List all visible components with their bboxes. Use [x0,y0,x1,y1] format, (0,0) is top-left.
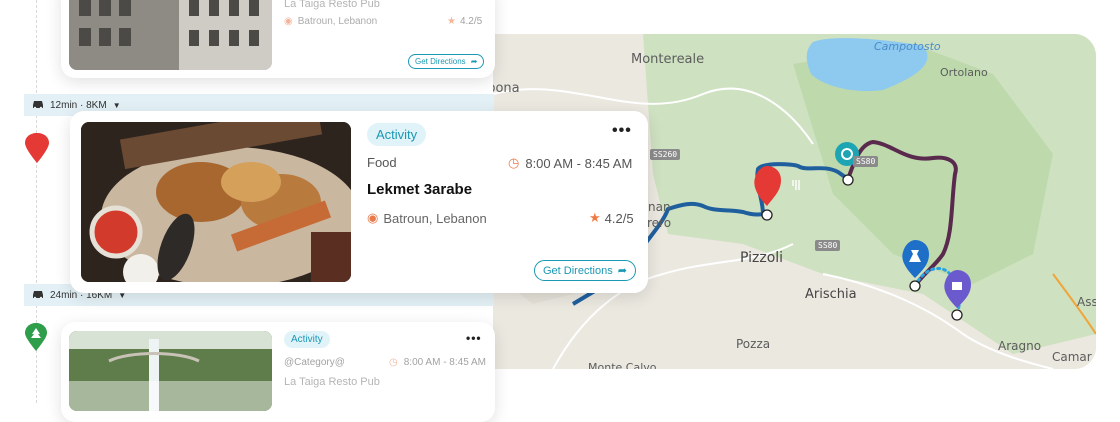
nature-pin-icon [25,323,47,351]
directions-arrow-icon: ➦ [470,57,478,66]
place-image [69,331,272,411]
map-label-pizzoli: Pizzoli [740,250,784,266]
map-label-partial-2: rero [647,216,672,230]
place-title: La Taiga Resto Pub [284,376,380,388]
map-label-pozza: Pozza [736,337,771,351]
travel-summary: 12min · 8KM [50,99,107,111]
place-time: ◷ 8:00 AM - 8:45 AM [389,357,486,368]
category-badge: Activity [367,123,427,146]
map-label-partial-1: nan [648,200,671,214]
star-icon: ★ [589,210,601,225]
map-label-ass: Ass [1077,295,1096,309]
place-location: ◉ Batroun, Lebanon [284,16,378,27]
place-card-top[interactable]: La Taiga Resto Pub ◉ Batroun, Lebanon ★ … [61,0,495,78]
get-directions-button[interactable]: Get Directions ➦ [408,54,485,69]
place-card-bottom[interactable]: Activity ••• @Category@ ◷ 8:00 AM - 8:45… [61,322,495,422]
car-icon [32,99,44,112]
place-title: La Taiga Resto Pub [284,0,380,10]
place-rating: ★ 4.2/5 [447,16,483,27]
map-label-camar: Camar [1052,350,1092,364]
place-location: ◉ Batroun, Lebanon [367,210,487,226]
map-label-borbona: Borbona [493,81,520,96]
more-options-button[interactable]: ••• [612,122,632,140]
food-pin-icon [25,133,49,163]
place-card-main[interactable]: Activity ••• Food ◷ 8:00 AM - 8:45 AM Le… [70,111,648,293]
map-label-campotosto: Campotosto [874,40,941,53]
chevron-down-icon: ▼ [112,100,121,110]
location-pin-icon: ◉ [284,16,293,27]
road-badge-ss260: SS260 [650,149,681,160]
star-icon: ★ [447,16,456,27]
map-label-arischia: Arischia [805,287,857,302]
map-label-monte-calvo: Monte Calvo [588,361,657,369]
get-directions-button[interactable]: Get Directions ➦ [534,260,636,281]
map-label-montereale: Montereale [631,52,705,67]
place-category: Food [367,155,397,170]
place-rating: ★ 4.2/5 [589,210,634,226]
car-icon [32,289,44,302]
place-image [69,0,272,70]
road-badge-ss80-2: SS80 [815,240,841,251]
map-label-ortolano: Ortolano [940,66,988,79]
more-options-button[interactable]: ••• [466,331,482,345]
category-badge: Activity [284,331,330,348]
place-image [81,122,351,282]
place-title: Lekmet 3arabe [367,181,473,198]
clock-icon: ◷ [389,357,398,368]
location-pin-icon: ◉ [367,210,379,225]
map-label-aragno: Aragno [998,339,1042,353]
road-badge-ss80: SS80 [853,156,879,167]
place-time: ◷ 8:00 AM - 8:45 AM [508,155,633,171]
clock-icon: ◷ [508,155,520,170]
place-category: @Category@ [284,357,345,368]
directions-arrow-icon: ➦ [617,265,627,277]
